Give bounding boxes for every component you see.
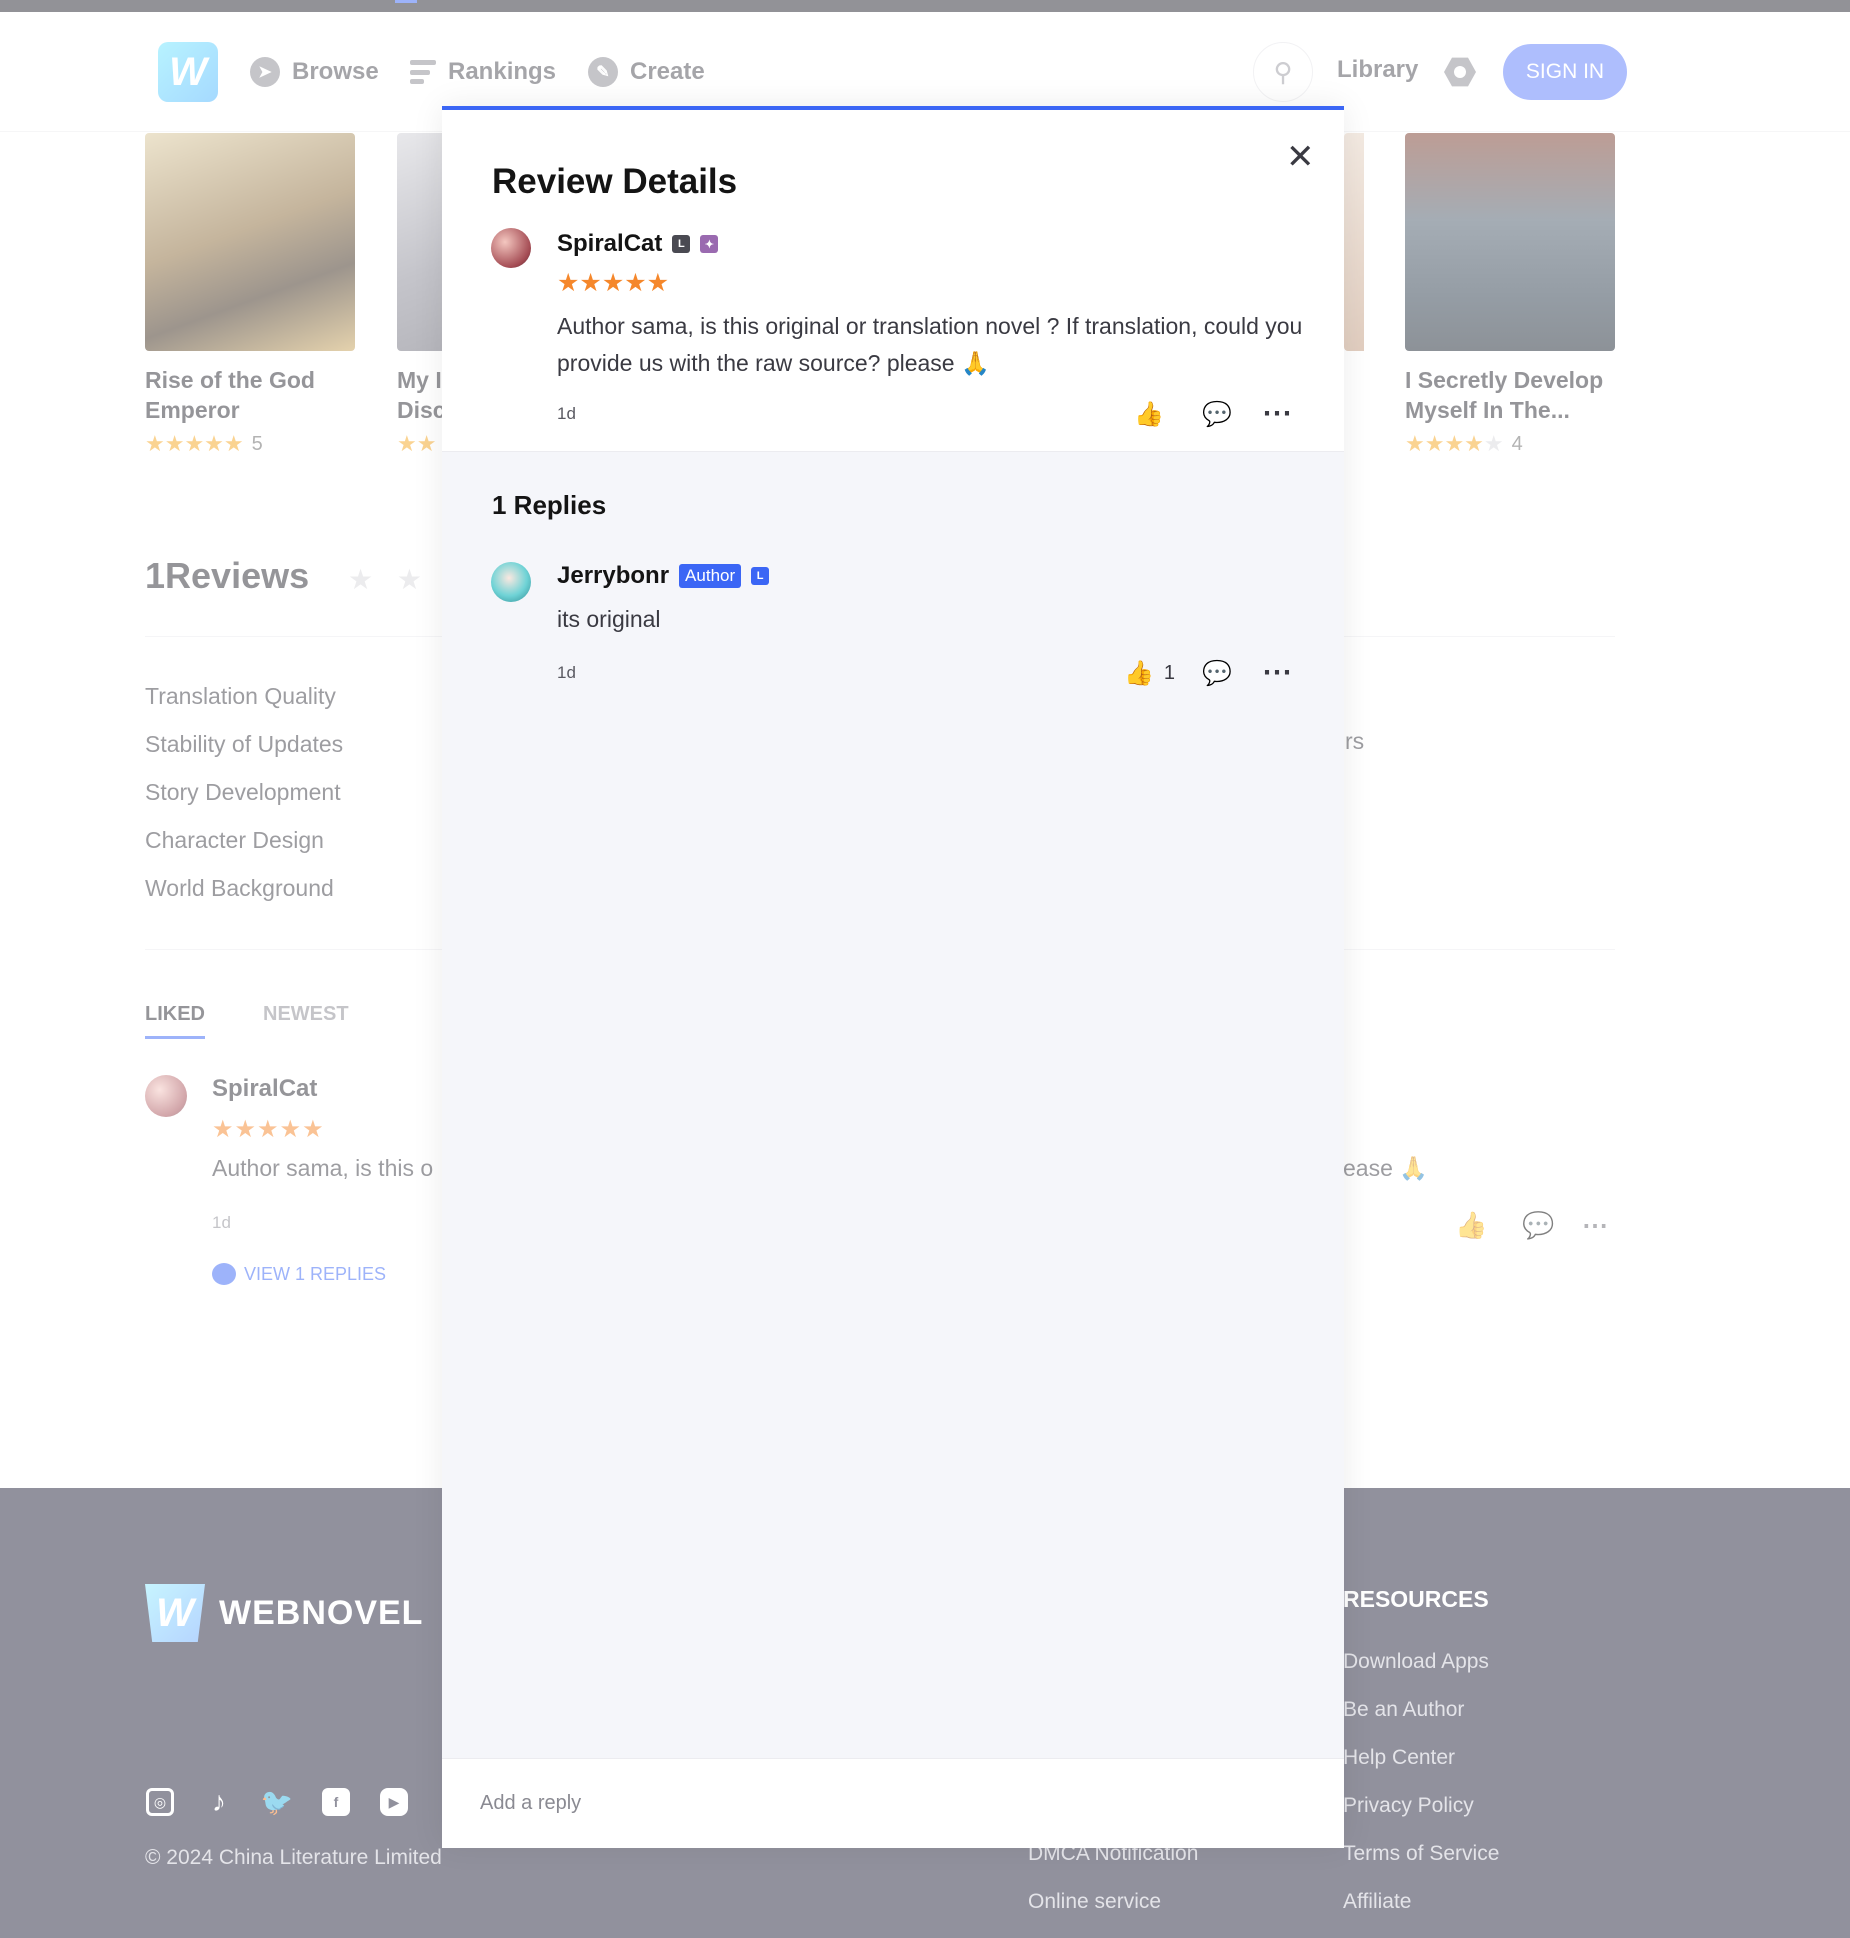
review-details-modal: ✕ Review Details SpiralCat L ✦ ★★★★★ Aut… <box>442 106 1344 1848</box>
reply-username[interactable]: Jerrybonr <box>557 562 669 590</box>
user-badge-icon: ✦ <box>700 235 719 253</box>
like-button[interactable]: 👍 <box>1134 400 1164 429</box>
reply-text: its original <box>557 606 661 632</box>
more-icon: ⋯ <box>1262 656 1292 689</box>
modal-review-section: ✕ Review Details SpiralCat L ✦ ★★★★★ Aut… <box>442 110 1344 452</box>
level-badge-icon: L <box>672 235 691 253</box>
avatar[interactable] <box>491 562 531 602</box>
review-text: Author sama, is this original or transla… <box>557 313 1303 376</box>
review-author[interactable]: SpiralCat L ✦ <box>557 230 719 258</box>
close-icon[interactable]: ✕ <box>1286 140 1315 174</box>
more-icon: ⋯ <box>1262 397 1292 430</box>
reply-author[interactable]: Jerrybonr Author L <box>557 562 770 590</box>
comment-button[interactable]: 💬 <box>1202 659 1232 688</box>
reply-composer <box>442 1758 1344 1848</box>
thumbs-up-icon: 👍 <box>1134 401 1164 428</box>
review-stars: ★★★★★ <box>557 269 670 297</box>
author-badge: Author <box>679 564 742 588</box>
like-button[interactable]: 👍 1 <box>1124 659 1175 688</box>
level-badge-icon: L <box>751 567 770 585</box>
modal-title: Review Details <box>492 162 738 201</box>
comment-button[interactable]: 💬 <box>1202 400 1232 429</box>
reply-input[interactable] <box>480 1781 1300 1825</box>
more-button[interactable]: ⋯ <box>1262 655 1292 690</box>
review-time: 1d <box>557 404 576 423</box>
replies-heading: 1 Replies <box>492 490 607 520</box>
thumbs-up-icon: 👍 <box>1124 660 1154 687</box>
reply-time: 1d <box>557 663 576 682</box>
comment-icon: 💬 <box>1202 660 1232 687</box>
like-count: 1 <box>1163 662 1176 684</box>
review-username[interactable]: SpiralCat <box>557 230 662 258</box>
more-button[interactable]: ⋯ <box>1262 396 1292 431</box>
avatar[interactable] <box>491 228 531 268</box>
comment-icon: 💬 <box>1202 401 1232 428</box>
